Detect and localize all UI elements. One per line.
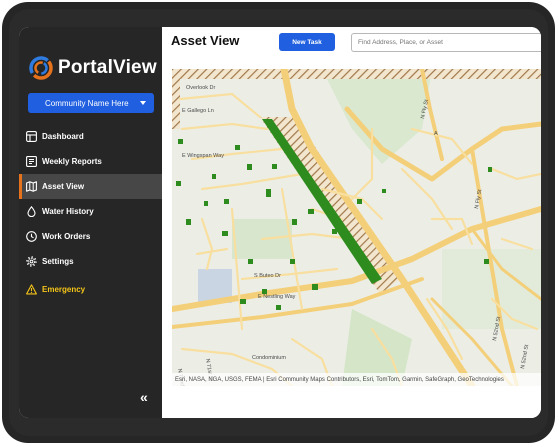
sidebar-item-dashboard[interactable]: Dashboard: [19, 124, 162, 149]
map-icon: [26, 181, 37, 192]
gear-icon: [26, 256, 37, 267]
street-label: Condominium: [252, 355, 286, 361]
dashboard-icon: [26, 131, 37, 142]
collapse-sidebar-button[interactable]: «: [140, 389, 148, 405]
clock-icon: [26, 231, 37, 242]
street-label: E Nestling Way: [258, 294, 296, 300]
sidebar-item-emergency[interactable]: Emergency: [19, 277, 162, 302]
sidebar-nav: Dashboard Weekly Reports Asset View Wate…: [19, 124, 162, 302]
logo-text: PortalView: [58, 57, 157, 78]
asset-marker: [235, 145, 240, 150]
sidebar-item-work-orders[interactable]: Work Orders: [19, 224, 162, 249]
asset-marker: [212, 174, 216, 179]
sidebar-item-label: Emergency: [42, 285, 86, 294]
asset-marker: [240, 299, 246, 304]
street-label: E Wingspan Way: [182, 153, 224, 159]
page-title: Asset View: [171, 33, 240, 48]
hatched-zone: [172, 69, 541, 79]
asset-marker: [186, 219, 191, 225]
logo: PortalView: [28, 55, 157, 81]
street-label: S Buteo Dr: [254, 273, 281, 279]
sidebar-item-label: Settings: [42, 257, 74, 266]
sidebar-item-water-history[interactable]: Water History: [19, 199, 162, 224]
asset-marker: [222, 231, 228, 236]
asset-marker: [290, 259, 295, 264]
asset-marker: [248, 259, 253, 264]
asset-marker: [272, 164, 277, 169]
asset-marker: [247, 164, 252, 170]
asset-marker: [484, 259, 489, 264]
street-label: A: [434, 131, 438, 137]
asset-marker: [276, 305, 281, 310]
portalview-logo-icon: [29, 56, 53, 80]
asset-marker: [488, 167, 492, 172]
search-input[interactable]: [351, 33, 541, 52]
reports-icon: [26, 156, 37, 167]
asset-marker: [204, 201, 208, 206]
main-content: Asset View New Task Find Address, Place,…: [162, 27, 541, 418]
asset-marker: [178, 139, 183, 144]
sidebar-item-asset-view[interactable]: Asset View: [19, 174, 162, 199]
app-screen: PortalView Community Name Here Dashboard…: [19, 27, 541, 418]
sidebar-item-label: Work Orders: [42, 232, 91, 241]
sidebar-item-settings[interactable]: Settings: [19, 249, 162, 274]
hatched-zone: [172, 69, 180, 129]
street-label: E Gallego Ln: [182, 108, 214, 114]
new-task-button[interactable]: New Task: [279, 33, 335, 51]
sidebar-item-label: Dashboard: [42, 132, 84, 141]
sidebar-item-weekly-reports[interactable]: Weekly Reports: [19, 149, 162, 174]
asset-marker: [357, 199, 362, 204]
community-select-label: Community Name Here: [45, 98, 129, 108]
asset-marker: [308, 209, 314, 214]
sidebar-item-label: Water History: [42, 207, 94, 216]
warning-icon: [26, 284, 37, 295]
community-select[interactable]: Community Name Here: [28, 93, 154, 113]
sidebar-item-label: Asset View: [42, 182, 85, 191]
map-attribution: Esri, NASA, NGA, USGS, FEMA | Esri Commu…: [172, 373, 541, 386]
asset-marker: [292, 219, 297, 225]
water-drop-icon: [27, 206, 36, 217]
sidebar-item-label: Weekly Reports: [42, 157, 102, 166]
street-label: Overlook Dr: [186, 85, 216, 91]
asset-marker: [312, 284, 318, 290]
asset-marker: [224, 199, 229, 204]
asset-marker: [382, 189, 386, 193]
asset-marker: [332, 229, 337, 234]
asset-map[interactable]: Overlook Dr E Gallego Ln E Wingspan Way …: [172, 69, 541, 386]
sidebar: PortalView Community Name Here Dashboard…: [19, 27, 162, 418]
chevron-down-icon: [140, 101, 146, 105]
asset-marker: [266, 189, 271, 197]
asset-marker: [176, 181, 181, 186]
